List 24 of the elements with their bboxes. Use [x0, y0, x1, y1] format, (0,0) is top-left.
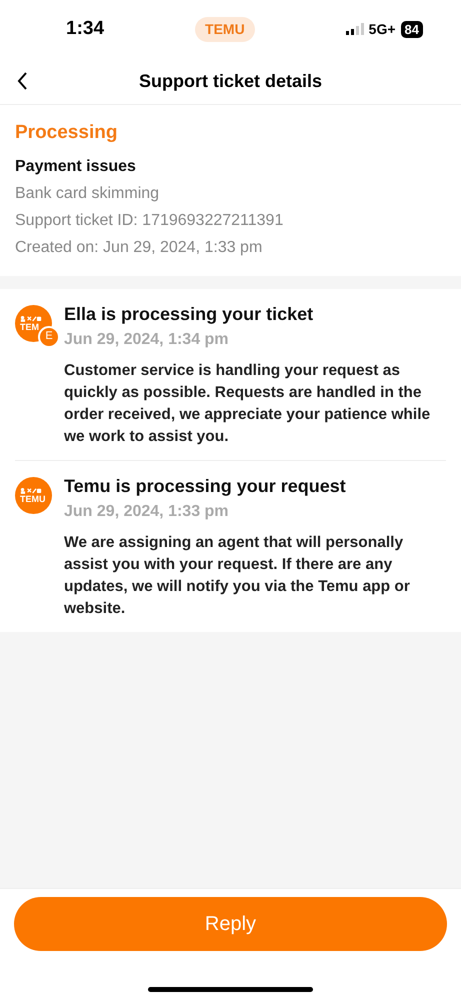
app-pill: TEMU — [195, 16, 255, 42]
agent-badge: E — [38, 326, 60, 348]
signal-icon — [346, 23, 364, 35]
ticket-category: Payment issues — [15, 156, 137, 176]
message-body: We are assigning an agent that will personally assist you with your request. If there are any updates, we will notify you via the Temu app or website. — [64, 532, 411, 618]
created-date: Created on: Jun 29, 2024, 1:33 pm — [15, 238, 264, 258]
shopping-icons — [20, 486, 42, 494]
ticket-id: Support ticket ID: 1719693227211391 — [15, 210, 284, 230]
message-body: Customer service is handling your request as quickly as possible. Requests are handled in the order received, we appreciate your patience while we work to assist you. — [64, 360, 432, 446]
message-time: Jun 29, 2024, 1:33 pm — [64, 502, 230, 522]
network-label: 5G+ — [368, 20, 396, 38]
ticket-subcategory: Bank card skimming — [15, 184, 160, 204]
page-title: Support ticket details — [138, 70, 322, 93]
battery-indicator: 84 — [400, 20, 423, 38]
message-time: Jun 29, 2024, 1:34 pm — [64, 330, 230, 350]
reply-button[interactable]: Reply — [14, 897, 447, 951]
back-chevron-icon — [16, 71, 28, 91]
shopping-icons — [20, 314, 42, 322]
ticket-status: Processing — [15, 121, 118, 145]
message-title: Ella is processing your ticket — [64, 302, 314, 326]
logo-text: TEM — [20, 322, 39, 332]
message-title: Temu is processing your request — [64, 474, 347, 498]
clock: 1:34 — [66, 16, 104, 41]
logo-text: TEMU — [20, 494, 46, 504]
